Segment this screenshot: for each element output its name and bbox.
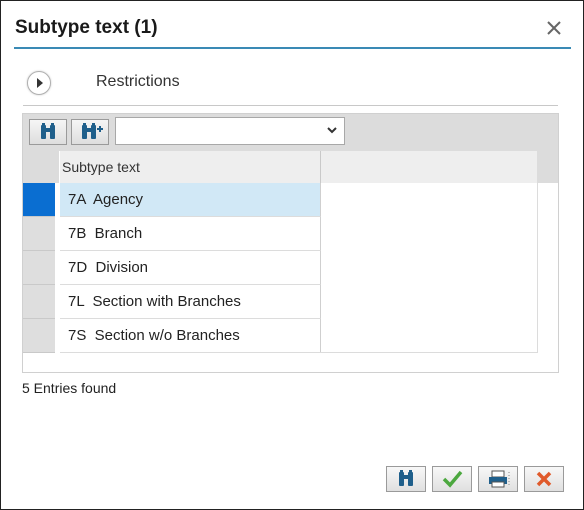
find-next-button[interactable]: [71, 119, 109, 145]
table-scroll-corner: [537, 151, 558, 183]
row-selector[interactable]: [23, 183, 55, 217]
search-button[interactable]: [386, 466, 426, 492]
dialog: Subtype text (1) Restrictions Subtype te…: [0, 0, 584, 510]
results-panel: Subtype text 7A Agency 7B Branch 7D Divi…: [22, 113, 559, 373]
print-icon: [489, 470, 510, 488]
table-row[interactable]: 7L Section with Branches: [23, 285, 321, 319]
table-empty-area: [320, 183, 538, 353]
column-header-subtype-text[interactable]: Subtype text: [60, 151, 321, 183]
row-selector[interactable]: [23, 319, 55, 353]
table-row[interactable]: 7D Division: [23, 251, 321, 285]
restrictions-label[interactable]: Restrictions: [96, 73, 180, 91]
restrictions-expand-button[interactable]: [27, 71, 51, 95]
binoculars-plus-icon: [82, 123, 103, 139]
row-selector[interactable]: [23, 285, 55, 319]
chevron-down-icon: [327, 127, 337, 134]
restrictions-divider: [23, 105, 558, 106]
table-corner: [23, 151, 59, 183]
table-row[interactable]: 7S Section w/o Branches: [23, 319, 321, 353]
results-table: Subtype text 7A Agency 7B Branch 7D Divi…: [23, 151, 538, 353]
table-row[interactable]: 7A Agency: [23, 183, 321, 217]
table-row[interactable]: 7B Branch: [23, 217, 321, 251]
close-icon[interactable]: [544, 18, 564, 38]
status-text: 5 Entries found: [22, 380, 117, 396]
confirm-button[interactable]: [432, 466, 472, 492]
binoculars-icon: [41, 123, 55, 139]
dialog-title: Subtype text (1): [15, 17, 158, 38]
checkmark-icon: [442, 470, 463, 488]
cancel-button[interactable]: [524, 466, 564, 492]
table-cell[interactable]: 7D Division: [60, 251, 321, 285]
toolbar: [23, 114, 558, 151]
table-cell[interactable]: 7S Section w/o Branches: [60, 319, 321, 353]
title-divider: [14, 47, 571, 49]
table-cell[interactable]: 7B Branch: [60, 217, 321, 251]
play-icon: [37, 78, 43, 88]
table-cell[interactable]: 7A Agency: [60, 183, 321, 217]
table-cell[interactable]: 7L Section with Branches: [60, 285, 321, 319]
cancel-icon: [536, 471, 552, 487]
row-selector[interactable]: [23, 251, 55, 285]
binoculars-icon: [399, 470, 413, 486]
filter-dropdown[interactable]: [115, 117, 345, 145]
column-header-filler: [321, 151, 537, 183]
find-button[interactable]: [29, 119, 67, 145]
row-selector[interactable]: [23, 217, 55, 251]
print-button[interactable]: [478, 466, 518, 492]
